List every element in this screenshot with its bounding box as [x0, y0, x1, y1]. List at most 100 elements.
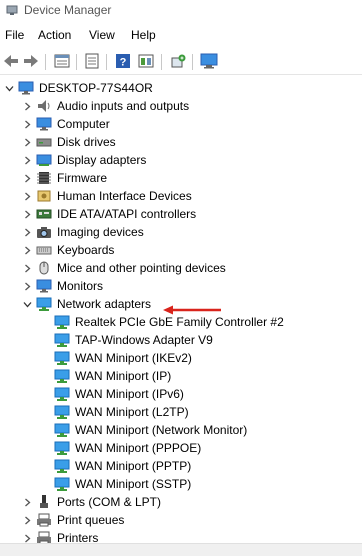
- chevron-down-icon[interactable]: [22, 295, 32, 313]
- tree-device-node[interactable]: WAN Miniport (Network Monitor): [0, 421, 362, 439]
- tree-item-label: Disk drives: [57, 135, 116, 149]
- tree-device-node[interactable]: WAN Miniport (IP): [0, 367, 362, 385]
- network-device-icon: [54, 405, 70, 419]
- tree-item-label: WAN Miniport (IPv6): [75, 387, 184, 401]
- tree-item-label: Audio inputs and outputs: [57, 99, 190, 113]
- chevron-right-icon[interactable]: [22, 241, 32, 259]
- network-device-icon: [54, 369, 70, 383]
- tree-item-label: Realtek PCIe GbE Family Controller #2: [75, 315, 284, 329]
- window-title: Device Manager: [24, 3, 112, 17]
- chevron-right-icon[interactable]: [22, 223, 32, 241]
- tree-item-label: IDE ATA/ATAPI controllers: [57, 207, 197, 221]
- chevron-right-icon[interactable]: [22, 115, 32, 133]
- keyboard-icon: [36, 246, 52, 255]
- tree-item-label: Ports (COM & LPT): [57, 495, 162, 509]
- show-view-button[interactable]: [136, 51, 156, 71]
- tree-category-node[interactable]: Ports (COM & LPT): [0, 493, 362, 511]
- chevron-right-icon[interactable]: [22, 133, 32, 151]
- tree-item-label: WAN Miniport (PPPOE): [75, 441, 202, 455]
- chevron-right-icon[interactable]: [22, 187, 32, 205]
- tree-category-node[interactable]: IDE ATA/ATAPI controllers: [0, 205, 362, 223]
- tree-item-label: WAN Miniport (SSTP): [75, 477, 192, 491]
- tree-item-label: WAN Miniport (IKEv2): [75, 351, 192, 365]
- tree-device-node[interactable]: Realtek PCIe GbE Family Controller #2: [0, 313, 362, 331]
- toolbar-separator: [76, 54, 77, 70]
- chevron-right-icon[interactable]: [22, 511, 32, 529]
- network-device-icon: [54, 351, 70, 365]
- speaker-icon: [38, 100, 50, 112]
- chevron-right-icon[interactable]: [22, 277, 32, 295]
- network-device-icon: [54, 387, 70, 401]
- tree-item-label: Keyboards: [57, 243, 115, 257]
- update-driver-icon: [85, 53, 99, 69]
- tree-category-node[interactable]: Monitors: [0, 277, 362, 295]
- tree-item-label: TAP-Windows Adapter V9: [75, 333, 213, 347]
- computer-root-icon: [18, 81, 34, 95]
- menu-view[interactable]: View: [89, 28, 115, 42]
- forward-button[interactable]: [21, 51, 41, 71]
- tree-category-node[interactable]: Keyboards: [0, 241, 362, 259]
- tree-root-node[interactable]: DESKTOP-77S44OR: [0, 79, 362, 97]
- network-device-icon: [54, 315, 70, 329]
- properties-icon: [54, 54, 70, 68]
- back-button[interactable]: [1, 51, 21, 71]
- chevron-right-icon[interactable]: [22, 169, 32, 187]
- tree-device-node[interactable]: WAN Miniport (IPv6): [0, 385, 362, 403]
- device-tree: DESKTOP-77S44OR Audio inputs and outputs C…: [0, 78, 362, 555]
- chevron-right-icon[interactable]: [22, 259, 32, 277]
- help-icon: ?: [116, 54, 130, 69]
- tree-item-label: Network adapters: [57, 297, 152, 311]
- toolbar-separator: [161, 54, 162, 70]
- properties-button[interactable]: [52, 51, 72, 71]
- annotation-arrow: [163, 305, 221, 315]
- tree-item-label: Computer: [57, 117, 110, 131]
- camera-icon: [37, 227, 51, 238]
- tree-item-label: WAN Miniport (Network Monitor): [75, 423, 248, 437]
- menu-help[interactable]: Help: [131, 28, 156, 42]
- print-queue-icon: [37, 513, 51, 527]
- tree-device-node[interactable]: WAN Miniport (SSTP): [0, 475, 362, 493]
- forward-icon: [24, 55, 38, 67]
- tree-device-node[interactable]: WAN Miniport (L2TP): [0, 403, 362, 421]
- chevron-right-icon[interactable]: [22, 205, 32, 223]
- tree-category-node[interactable]: Computer: [0, 115, 362, 133]
- disk-drive-icon: [36, 138, 52, 147]
- chevron-down-icon[interactable]: [4, 79, 14, 97]
- tree-item-label: DESKTOP-77S44OR: [39, 81, 153, 95]
- tree-device-node[interactable]: WAN Miniport (IKEv2): [0, 349, 362, 367]
- chevron-right-icon[interactable]: [22, 97, 32, 115]
- monitor-button[interactable]: [199, 51, 219, 71]
- hid-icon: [37, 190, 51, 202]
- menu-action[interactable]: Action: [38, 28, 71, 42]
- ide-controller-icon: [36, 209, 52, 219]
- tree-device-node[interactable]: WAN Miniport (PPPOE): [0, 439, 362, 457]
- toolbar: ?: [0, 48, 362, 75]
- update-driver-button[interactable]: [82, 51, 102, 71]
- chevron-right-icon[interactable]: [22, 151, 32, 169]
- tree-item-label: Imaging devices: [57, 225, 144, 239]
- tree-item-label: Firmware: [57, 171, 107, 185]
- tree-category-node[interactable]: Mice and other pointing devices: [0, 259, 362, 277]
- scan-hardware-button[interactable]: [168, 51, 188, 71]
- toolbar-separator: [45, 54, 46, 70]
- monitor-icon: [36, 279, 52, 293]
- network-device-icon: [54, 441, 70, 455]
- tree-category-node[interactable]: Firmware: [0, 169, 362, 187]
- network-device-icon: [54, 423, 70, 437]
- tree-category-node[interactable]: Display adapters: [0, 151, 362, 169]
- device-manager-icon: [6, 5, 18, 15]
- tree-category-node[interactable]: Human Interface Devices: [0, 187, 362, 205]
- display-adapter-icon: [36, 154, 52, 166]
- tree-category-node[interactable]: Print queues: [0, 511, 362, 529]
- chevron-right-icon[interactable]: [22, 493, 32, 511]
- tree-category-node[interactable]: Imaging devices: [0, 223, 362, 241]
- tree-device-node[interactable]: WAN Miniport (PPTP): [0, 457, 362, 475]
- back-icon: [4, 55, 18, 67]
- tree-category-node[interactable]: Disk drives: [0, 133, 362, 151]
- tree-category-node[interactable]: Audio inputs and outputs: [0, 97, 362, 115]
- network-adapter-icon: [36, 297, 52, 311]
- horizontal-scrollbar[interactable]: [0, 543, 362, 556]
- help-button[interactable]: ?: [113, 51, 133, 71]
- tree-device-node[interactable]: TAP-Windows Adapter V9: [0, 331, 362, 349]
- menu-file[interactable]: File: [5, 28, 24, 42]
